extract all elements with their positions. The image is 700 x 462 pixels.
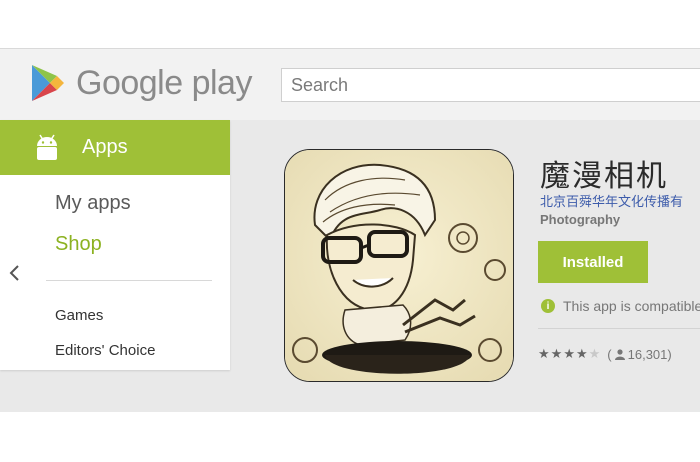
app-title: 魔漫相机 — [540, 160, 668, 193]
rating-count-open: ( — [607, 346, 612, 362]
bottom-margin — [0, 412, 700, 462]
search-box[interactable] — [281, 68, 700, 102]
sidebar-item-games[interactable]: Games — [55, 307, 103, 324]
sidebar-divider — [46, 280, 212, 281]
google-play-logo[interactable]: Google play — [30, 63, 252, 103]
play-triangle-icon — [32, 65, 64, 101]
compatibility-notice: i This app is compatible — [541, 298, 700, 314]
sidebar-apps-label: Apps — [82, 136, 128, 158]
sidebar-item-editors-choice[interactable]: Editors' Choice — [55, 342, 155, 359]
sidebar-item-my-apps[interactable]: My apps — [55, 192, 131, 215]
rating-row: ★ ★ ★ ★ ★ ( 16,301 ) — [538, 346, 672, 362]
rating-count-value: 16,301 — [627, 346, 668, 362]
main-content: Apps My apps Shop Games Editors' Choice — [0, 120, 700, 412]
logo-text: Google play — [76, 63, 252, 102]
installed-button[interactable]: Installed — [538, 241, 648, 283]
compatibility-text: This app is compatible — [563, 298, 700, 314]
rating-count: ( 16,301 ) — [607, 347, 671, 362]
star-icon: ★ — [563, 346, 575, 361]
store-header: Google play — [0, 48, 700, 120]
details-divider — [538, 328, 700, 329]
developer-link[interactable]: 北京百舜华年文化传播有 — [540, 191, 683, 210]
info-icon: i — [541, 299, 555, 313]
rating-count-close: ) — [667, 346, 672, 362]
top-margin — [0, 0, 700, 48]
person-icon — [614, 348, 625, 360]
category-link[interactable]: Photography — [540, 212, 620, 227]
sidebar-item-shop[interactable]: Shop — [55, 233, 102, 256]
sidebar-apps-category[interactable]: Apps — [0, 120, 230, 175]
star-empty-icon: ★ — [588, 346, 601, 361]
search-input[interactable] — [282, 69, 700, 101]
star-icon: ★ — [575, 346, 588, 361]
app-icon-image — [284, 149, 514, 382]
sidebar: Apps My apps Shop Games Editors' Choice — [0, 120, 230, 370]
android-icon — [37, 134, 57, 160]
chevron-left-icon[interactable] — [8, 264, 20, 282]
star-icon: ★ — [550, 346, 563, 361]
star-icon: ★ — [538, 346, 550, 361]
